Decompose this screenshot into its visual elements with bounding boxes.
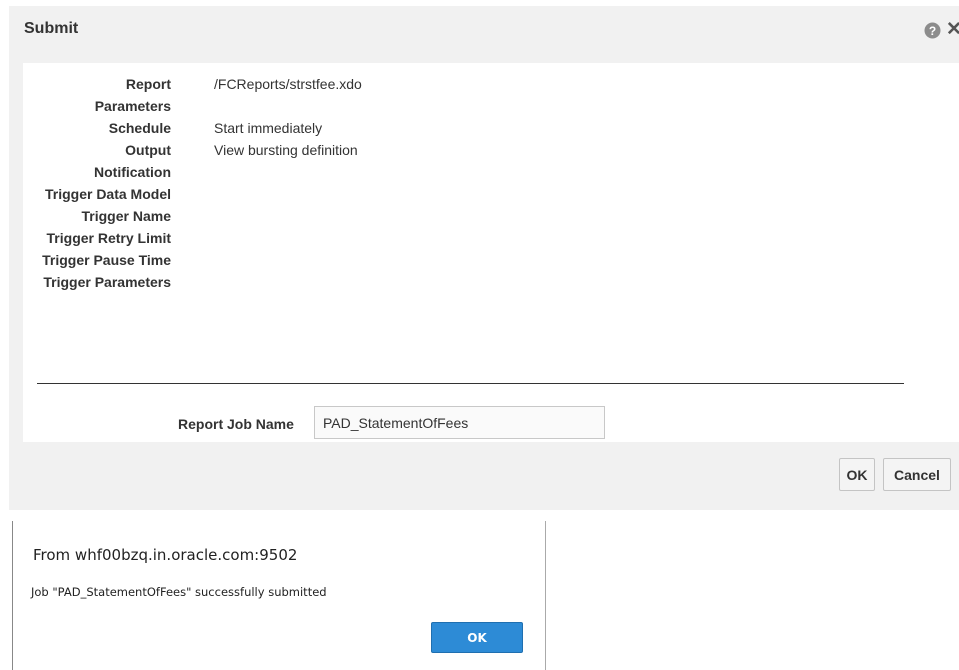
submit-dialog: Submit ? ✕ Report/FCReports/strstfee.xdo… [9, 6, 959, 510]
summary-label: Trigger Name [81, 208, 171, 224]
alert-border-right [545, 521, 546, 670]
dialog-title: Submit [24, 20, 79, 37]
summary-label: Output [125, 142, 171, 158]
summary-label: Trigger Pause Time [42, 252, 171, 268]
summary-row: Trigger Parameters [23, 274, 923, 296]
alert-ok-button[interactable]: OK [431, 622, 523, 653]
summary-row: Schedule Start immediately [23, 120, 923, 142]
summary-row: Output View bursting definition [23, 142, 923, 164]
alert-dialog: From whf00bzq.in.oracle.com:9502 Job "PA… [12, 521, 546, 670]
cancel-button[interactable]: Cancel [883, 458, 951, 491]
summary-label: Trigger Retry Limit [46, 230, 171, 246]
divider [37, 383, 904, 384]
summary-label: Trigger Parameters [43, 274, 171, 290]
dialog-header: Submit ? ✕ [9, 6, 959, 48]
dialog-body: Report/FCReports/strstfee.xdo Parameters S… [23, 63, 959, 442]
summary-row: Parameters [23, 98, 923, 120]
summary-row: Trigger Data Model [23, 186, 923, 208]
ok-button[interactable]: OK [839, 458, 875, 491]
summary-label: Parameters [94, 98, 171, 114]
report-job-name-input[interactable] [314, 406, 605, 439]
summary-row: Trigger Pause Time [23, 252, 923, 274]
help-icon[interactable]: ? [924, 22, 941, 39]
report-job-name-label: Report Job Name [178, 416, 294, 432]
alert-message: Job "PAD_StatementOfFees" successfully s… [31, 585, 327, 599]
summary-value: Start immediately [214, 120, 323, 136]
summary-row: Trigger Retry Limit [23, 230, 923, 252]
close-icon[interactable]: ✕ [946, 20, 959, 39]
summary-value: View bursting definition [214, 142, 358, 158]
summary-row: Trigger Name [23, 208, 923, 230]
summary-value: /FCReports/strstfee.xdo [214, 76, 362, 92]
summary-label: Notification [94, 164, 171, 180]
summary-row: Notification [23, 164, 923, 186]
svg-text:?: ? [929, 24, 936, 38]
summary-label: Report [125, 76, 171, 92]
summary-label: Trigger Data Model [44, 186, 171, 202]
summary-label: Schedule [108, 120, 171, 136]
alert-title: From whf00bzq.in.oracle.com:9502 [33, 546, 298, 564]
summary-row: Report/FCReports/strstfee.xdo [23, 76, 923, 98]
alert-border-left [12, 521, 13, 670]
